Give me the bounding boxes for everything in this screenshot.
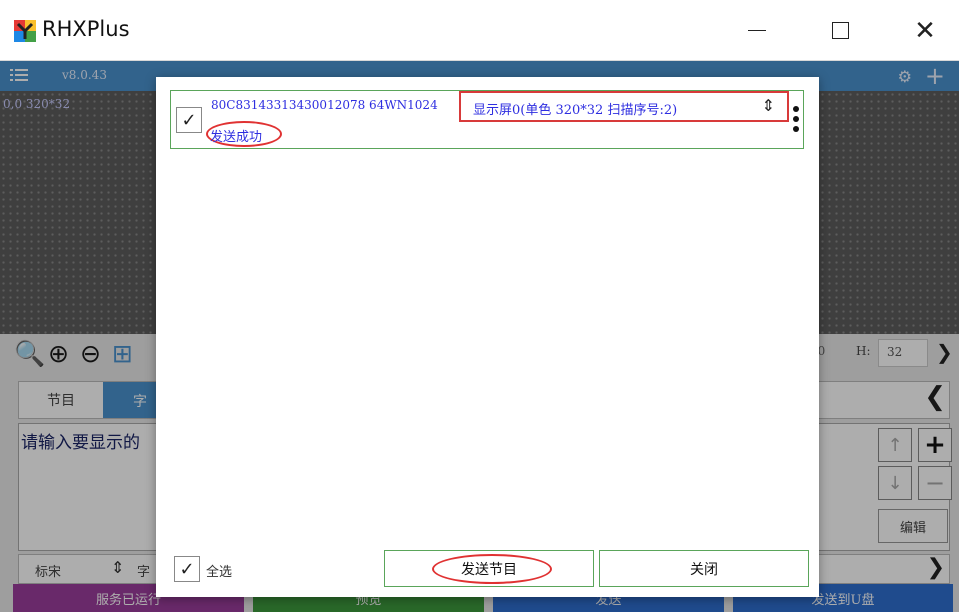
device-checkbox[interactable]: ✓: [176, 107, 202, 133]
screen-select-value: 显示屏0(单色 320*32 扫描序号:2): [473, 103, 678, 118]
close-label: 关闭: [690, 561, 718, 578]
close-icon: ✕: [914, 15, 936, 46]
window-title: RHXPlus: [42, 17, 130, 41]
send-program-button[interactable]: 发送节目: [384, 550, 594, 587]
maximize-icon: [831, 22, 849, 39]
device-id: 80C83143313430012078 64WN1024: [211, 98, 438, 112]
select-all-checkbox[interactable]: ✓: [174, 556, 200, 582]
send-dialog: ✓ 80C83143313430012078 64WN1024 发送成功 显示屏…: [156, 77, 819, 597]
device-card: ✓ 80C83143313430012078 64WN1024 发送成功 显示屏…: [170, 90, 804, 149]
more-options-icon[interactable]: [793, 106, 799, 134]
title-bar: RHXPlus ✕: [0, 0, 959, 61]
maximize-button[interactable]: [800, 0, 880, 61]
close-button[interactable]: 关闭: [599, 550, 809, 587]
checkmark-icon: ✓: [181, 109, 197, 131]
select-all-label: 全选: [206, 565, 233, 580]
app-logo-icon: [14, 20, 36, 42]
screen-select[interactable]: 显示屏0(单色 320*32 扫描序号:2) ⇕: [459, 91, 789, 122]
checkmark-icon: ✓: [179, 558, 195, 580]
minimize-button[interactable]: [717, 0, 797, 61]
send-status: 发送成功: [210, 130, 263, 145]
updown-caret-icon: ⇕: [761, 96, 775, 115]
close-window-button[interactable]: ✕: [885, 0, 959, 61]
minimize-icon: [748, 29, 766, 32]
send-highlight-ring: [432, 554, 552, 584]
